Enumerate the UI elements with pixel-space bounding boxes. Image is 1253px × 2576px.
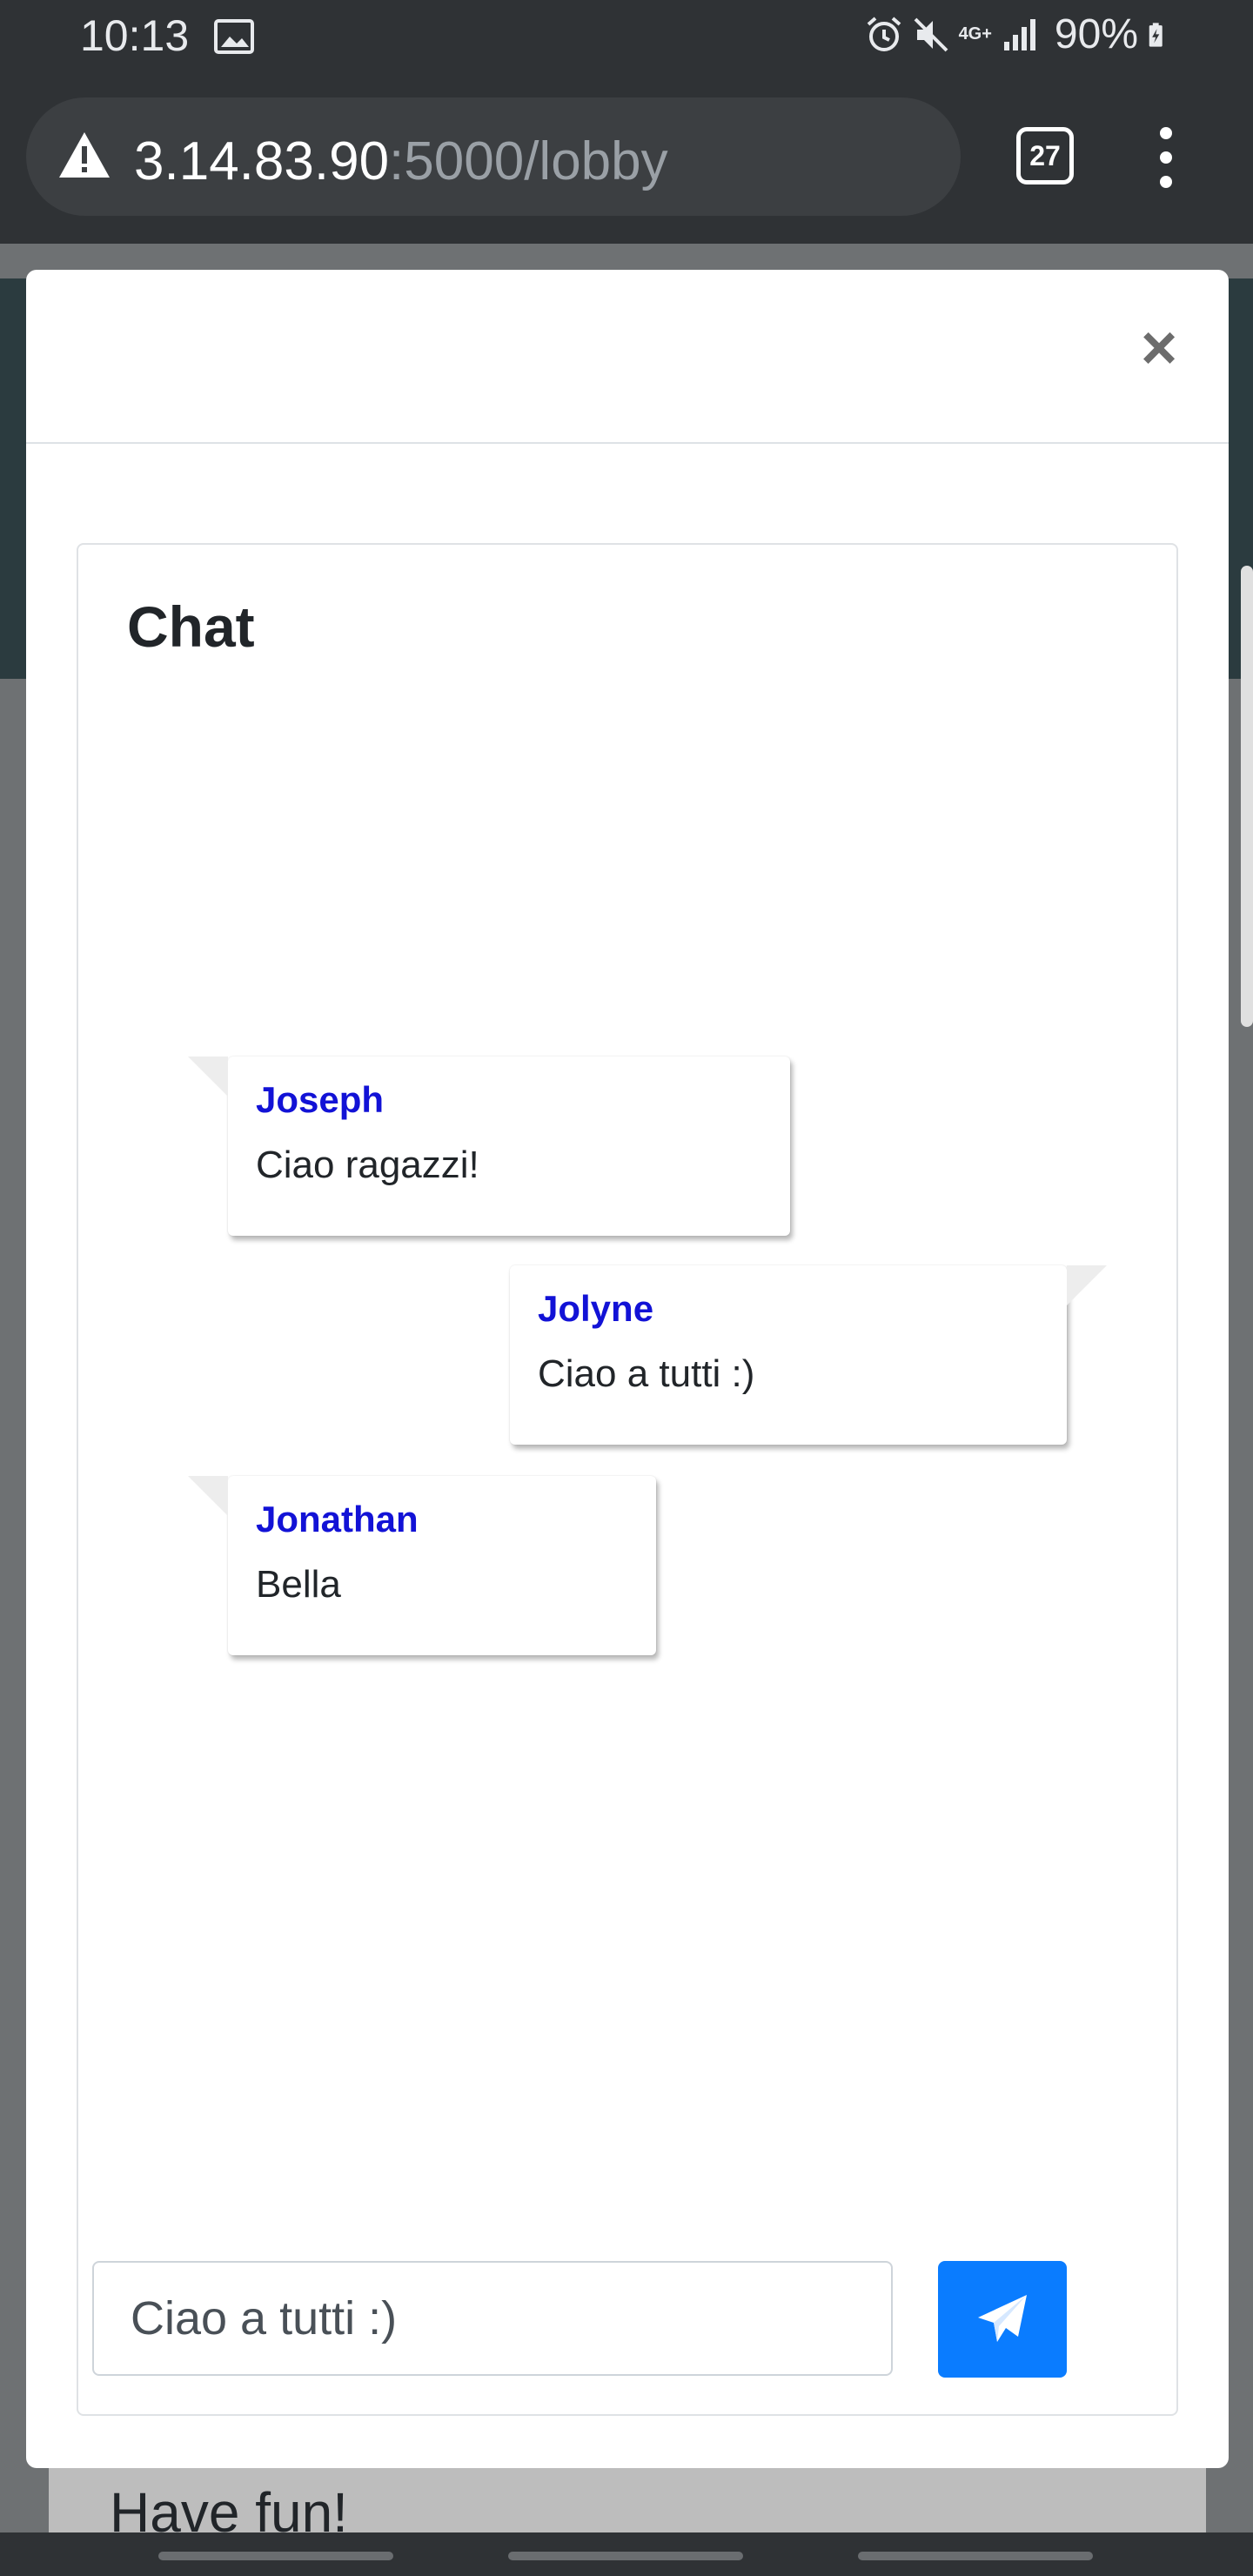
bubble-tail <box>188 1476 228 1516</box>
paper-plane-icon <box>978 2295 1027 2342</box>
url-path: :5000/lobby <box>389 131 668 191</box>
nav-home-button[interactable] <box>508 2552 743 2560</box>
send-button[interactable] <box>938 2261 1067 2378</box>
chat-message: Jolyne Ciao a tutti :) <box>510 1265 1107 1445</box>
status-icons: 4G+ 90% <box>865 10 1173 58</box>
url-text[interactable]: 3.14.83.90:5000/lobby <box>134 131 668 192</box>
message-text: Ciao a tutti :) <box>538 1352 755 1395</box>
battery-percent: 90% <box>1054 11 1138 57</box>
chat-message: Joseph Ciao ragazzi! <box>188 1057 790 1236</box>
message-text: Ciao ragazzi! <box>256 1144 479 1186</box>
network-type: 4G+ <box>958 24 992 44</box>
close-button[interactable]: × <box>1133 317 1185 379</box>
status-bar: 10:13 4G+ 90% <box>0 0 1253 73</box>
modal-header: × <box>26 270 1229 444</box>
message-text: Bella <box>256 1563 341 1606</box>
mute-icon <box>914 17 948 51</box>
chat-title: Chat <box>127 594 255 659</box>
chat-message: Jonathan Bella <box>188 1476 656 1655</box>
page-scrollbar[interactable] <box>1241 566 1253 1027</box>
menu-dot <box>1160 176 1172 188</box>
address-bar[interactable]: 3.14.83.90:5000/lobby <box>26 97 961 216</box>
signal-icon <box>1003 18 1035 50</box>
chat-modal: × Chat Joseph Ciao ragazzi! Jolyne Ciao … <box>26 270 1229 2468</box>
nav-recents-button[interactable] <box>158 2552 393 2560</box>
browser-menu-button[interactable] <box>1149 127 1183 188</box>
menu-dot <box>1160 151 1172 164</box>
bubble-tail <box>1067 1265 1107 1305</box>
alarm-icon <box>867 16 901 51</box>
system-nav-bar <box>0 2532 1253 2576</box>
browser-toolbar: 3.14.83.90:5000/lobby 27 <box>0 73 1253 244</box>
status-time: 10:13 <box>80 11 190 60</box>
url-host: 3.14.83.90 <box>134 131 390 191</box>
bubble-tail <box>188 1057 228 1097</box>
gallery-icon <box>214 19 254 54</box>
warning-icon[interactable] <box>57 131 111 179</box>
message-author: Jonathan <box>256 1499 419 1540</box>
nav-back-button[interactable] <box>858 2552 1093 2560</box>
menu-dot <box>1160 127 1172 139</box>
chat-card: Chat Joseph Ciao ragazzi! Jolyne Ciao a … <box>77 543 1178 2416</box>
message-author: Joseph <box>256 1079 385 1120</box>
tab-switcher-button[interactable]: 27 <box>1016 127 1074 184</box>
battery-icon <box>1149 22 1163 47</box>
message-author: Jolyne <box>538 1288 654 1329</box>
chat-message-input[interactable] <box>92 2261 893 2376</box>
